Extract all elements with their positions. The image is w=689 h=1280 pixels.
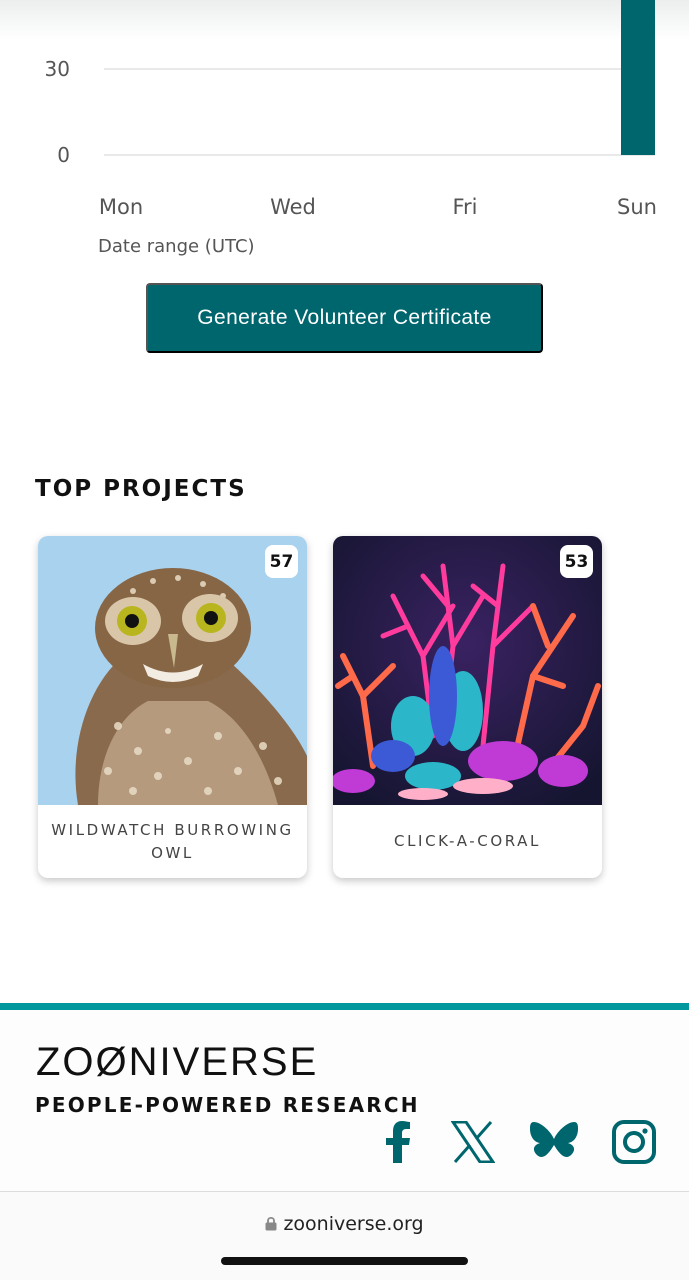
project-image-coral: 53 — [333, 536, 602, 805]
lock-icon — [265, 1214, 277, 1236]
top-projects-heading: TOP PROJECTS — [35, 476, 247, 502]
project-title: CLICK-A-CORAL — [394, 832, 541, 850]
x-tick-label: Wed — [270, 195, 316, 219]
chart-svg: 30 0 Mon Wed Fri Sun — [45, 0, 657, 219]
url-text: zooniverse.org — [283, 1213, 424, 1235]
footer-accent-bar — [0, 1003, 689, 1010]
project-count-badge: 57 — [265, 545, 298, 578]
zooniverse-logo[interactable]: ZOØNIVERSE — [36, 1040, 318, 1085]
generate-certificate-button[interactable]: Generate Volunteer Certificate — [146, 283, 543, 353]
chart-bar — [621, 0, 655, 155]
project-title: WILDWATCH BURROWING OWL — [51, 820, 294, 862]
x-tick-label: Fri — [452, 195, 477, 219]
y-tick-label: 30 — [45, 57, 70, 81]
x-tick-label: Sun — [617, 195, 657, 219]
project-card-burrowing-owl[interactable]: 57 WILDWATCH BURROWING OWL — [38, 536, 307, 878]
home-indicator[interactable] — [221, 1257, 468, 1265]
project-count-badge: 53 — [560, 545, 593, 578]
page: 30 0 Mon Wed Fri Sun Date range (UTC) Generat… — [0, 0, 689, 1280]
project-image-owl: 57 — [38, 536, 307, 805]
url-display[interactable]: zooniverse.org — [0, 1213, 689, 1236]
footer-tagline: PEOPLE-POWERED RESEARCH — [35, 1093, 420, 1117]
x-icon[interactable] — [449, 1118, 497, 1166]
instagram-icon[interactable] — [610, 1118, 658, 1166]
project-card-click-a-coral[interactable]: 53 CLICK-A-CORAL — [333, 536, 602, 878]
facebook-icon[interactable] — [374, 1118, 422, 1166]
daily-classifications-chart: 30 0 Mon Wed Fri Sun Date range (UTC) — [0, 0, 689, 270]
bluesky-icon[interactable] — [530, 1118, 578, 1166]
x-tick-label: Mon — [99, 195, 143, 219]
x-axis-label: Date range (UTC) — [98, 236, 255, 257]
y-tick-label: 0 — [57, 143, 70, 167]
